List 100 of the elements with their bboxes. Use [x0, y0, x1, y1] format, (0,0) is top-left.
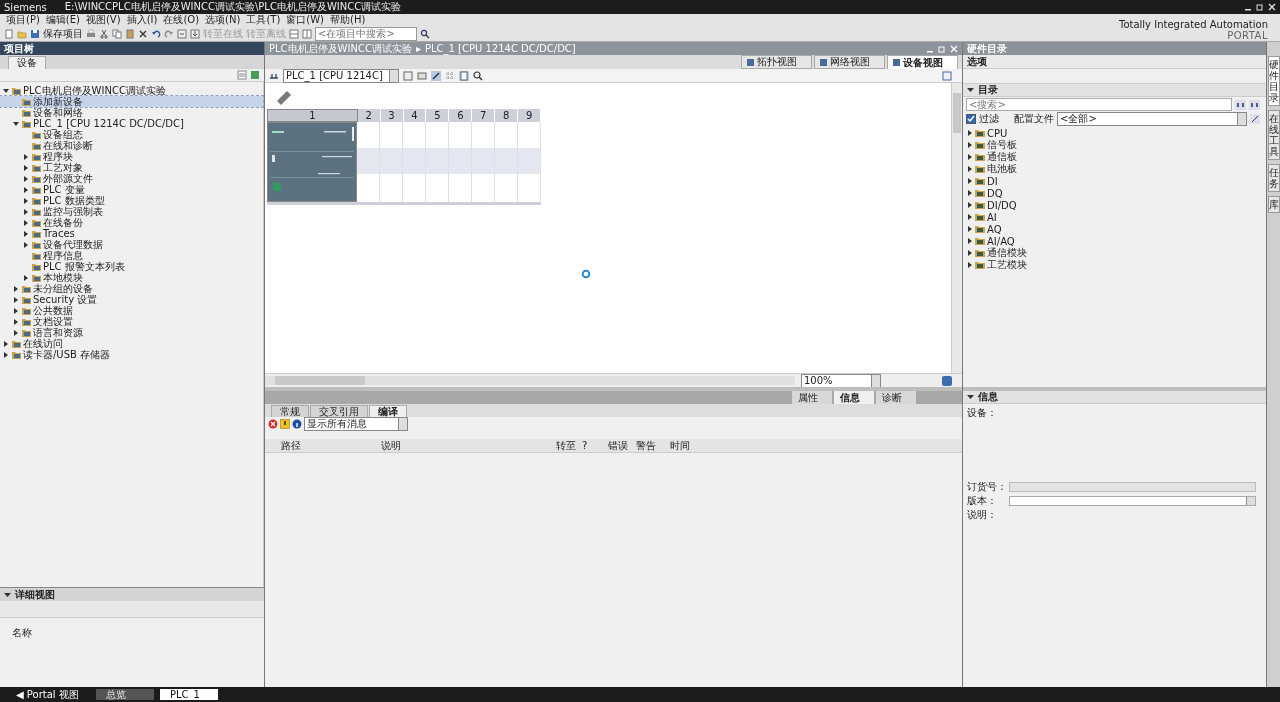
filter-checkbox[interactable]	[966, 113, 976, 124]
zoom-dropdown[interactable]: 100%	[801, 373, 881, 388]
portal-view-button[interactable]: ◀ Portal 视图	[16, 687, 90, 702]
column-header[interactable]: 路径	[281, 438, 381, 453]
tree-item[interactable]: PLC 变量	[0, 184, 263, 195]
expand-arrow-icon[interactable]	[3, 340, 9, 347]
sub-tab[interactable]: 编译	[369, 405, 407, 417]
collapse-arrow-icon[interactable]	[4, 591, 11, 598]
tree-item[interactable]: 文档设置	[0, 316, 263, 327]
tree-item[interactable]: PLC 报警文本列表	[0, 261, 263, 272]
catalog-item[interactable]: 通信模块	[967, 247, 1266, 259]
column-header[interactable]: 警告	[636, 438, 670, 453]
zoom-icon[interactable]	[473, 70, 485, 81]
collapse-arrow-icon[interactable]	[967, 394, 974, 400]
catalog-item[interactable]: DQ	[967, 187, 1266, 199]
expand-arrow-icon[interactable]	[967, 190, 973, 196]
properties-icon[interactable]	[403, 70, 413, 81]
expand-arrow-icon[interactable]	[967, 214, 973, 220]
tree-item[interactable]: 监控与强制表	[0, 206, 263, 217]
navigator-icon[interactable]	[942, 375, 952, 386]
cpu-module[interactable]	[267, 122, 357, 202]
taskbar-tab[interactable]: 总览	[96, 689, 154, 700]
search-down-icon[interactable]	[1235, 99, 1246, 110]
save-icon[interactable]	[30, 28, 40, 39]
catalog-item[interactable]: DI/DQ	[967, 199, 1266, 211]
menu-item[interactable]: 选项(N)	[205, 14, 241, 27]
sub-tab[interactable]: 交叉引用	[310, 405, 368, 417]
expand-arrow-icon[interactable]	[967, 142, 973, 148]
menu-item[interactable]: 工具(T)	[246, 14, 281, 27]
collapse-arrow-icon[interactable]	[967, 87, 974, 93]
expand-arrow-icon[interactable]	[23, 164, 29, 171]
tree-item[interactable]: 程序信息	[0, 250, 263, 261]
profile-dropdown[interactable]: <全部>	[1057, 111, 1247, 126]
redo-icon[interactable]	[164, 28, 174, 39]
scrollbar[interactable]	[265, 376, 795, 385]
cut-icon[interactable]	[99, 28, 109, 39]
catalog-item[interactable]: 信号板	[967, 139, 1266, 151]
column-header[interactable]: 时间	[670, 438, 690, 453]
expand-arrow-icon[interactable]	[13, 307, 19, 314]
tree-item[interactable]: 在线和诊断	[0, 140, 263, 151]
split-horizontal-icon[interactable]	[289, 28, 299, 39]
expand-arrow-icon[interactable]	[967, 178, 973, 184]
undo-icon[interactable]	[151, 28, 161, 39]
tree-item[interactable]: 未分组的设备	[0, 283, 263, 294]
message-filter-dropdown[interactable]: 显示所有消息	[304, 417, 408, 431]
side-tab[interactable]: 硬件目录	[1267, 56, 1280, 106]
catalog-item[interactable]: AI	[967, 211, 1266, 223]
side-tab[interactable]: 在线工具	[1267, 110, 1280, 160]
tree-item[interactable]: PLC_1 [CPU 1214C DC/DC/DC]	[0, 118, 263, 129]
refresh-icon[interactable]	[1250, 113, 1260, 124]
split-vertical-icon[interactable]	[302, 28, 312, 39]
delete-icon[interactable]	[138, 28, 148, 39]
tree-tab[interactable]: 设备	[8, 56, 46, 69]
menu-item[interactable]: 视图(V)	[85, 14, 121, 27]
tree-item[interactable]: PLC电机启停及WINCC调试实验	[0, 85, 263, 96]
search-icon[interactable]	[420, 28, 430, 39]
page-icon[interactable]	[459, 70, 469, 81]
tree-item[interactable]: 公共数据	[0, 305, 263, 316]
expand-arrow-icon[interactable]	[967, 202, 973, 208]
expand-arrow-icon[interactable]	[23, 175, 29, 182]
catalog-item[interactable]: 电池板	[967, 163, 1266, 175]
expand-arrow-icon[interactable]	[13, 296, 19, 303]
tree-item[interactable]: 添加新设备	[0, 96, 263, 107]
tree-item[interactable]: 程序块	[0, 151, 263, 162]
expand-arrow-icon[interactable]	[3, 351, 9, 358]
expand-arrow-icon[interactable]	[23, 186, 29, 193]
tree-item[interactable]: 设备代理数据	[0, 239, 263, 250]
menu-item[interactable]: 项目(P)	[6, 14, 40, 27]
info-filter-icon[interactable]	[292, 419, 302, 429]
menu-item[interactable]: 插入(I)	[126, 14, 158, 27]
tree-item[interactable]: 读卡器/USB 存储器	[0, 349, 263, 360]
restore-icon[interactable]	[1256, 3, 1264, 11]
project-search-field[interactable]: <在项目中搜索>	[315, 26, 417, 41]
column-header[interactable]: ?	[582, 440, 608, 451]
tree-item[interactable]: 在线备份	[0, 217, 263, 228]
tree-item[interactable]: Traces	[0, 228, 263, 239]
new-project-icon[interactable]	[4, 28, 14, 39]
side-tab[interactable]: 库	[1267, 196, 1280, 213]
expand-arrow-icon[interactable]	[967, 238, 973, 244]
expand-arrow-icon[interactable]	[23, 153, 29, 160]
view-tab[interactable]: 网络视图	[814, 55, 885, 69]
catalog-item[interactable]: AI/AQ	[967, 235, 1266, 247]
catalog-item[interactable]: 通信板	[967, 151, 1266, 163]
expand-arrow-icon[interactable]	[967, 154, 973, 160]
warning-filter-icon[interactable]	[280, 419, 290, 429]
overview-icon[interactable]	[942, 70, 952, 81]
catalog-item[interactable]: DI	[967, 175, 1266, 187]
expand-arrow-icon[interactable]	[13, 329, 19, 336]
expand-arrow-icon[interactable]	[967, 226, 973, 232]
catalog-item[interactable]: CPU	[967, 127, 1266, 139]
close-icon[interactable]	[1268, 3, 1276, 11]
column-header[interactable]: 错误	[608, 438, 636, 453]
view-tab[interactable]: 设备视图	[887, 55, 958, 69]
print-icon[interactable]	[86, 28, 96, 39]
scrollbar[interactable]	[951, 83, 962, 373]
error-filter-icon[interactable]	[268, 419, 278, 429]
taskbar-tab[interactable]: PLC_1	[160, 689, 218, 700]
expand-arrow-icon[interactable]	[3, 87, 9, 94]
tree-item[interactable]: 工艺对象	[0, 162, 263, 173]
expand-arrow-icon[interactable]	[23, 197, 29, 204]
